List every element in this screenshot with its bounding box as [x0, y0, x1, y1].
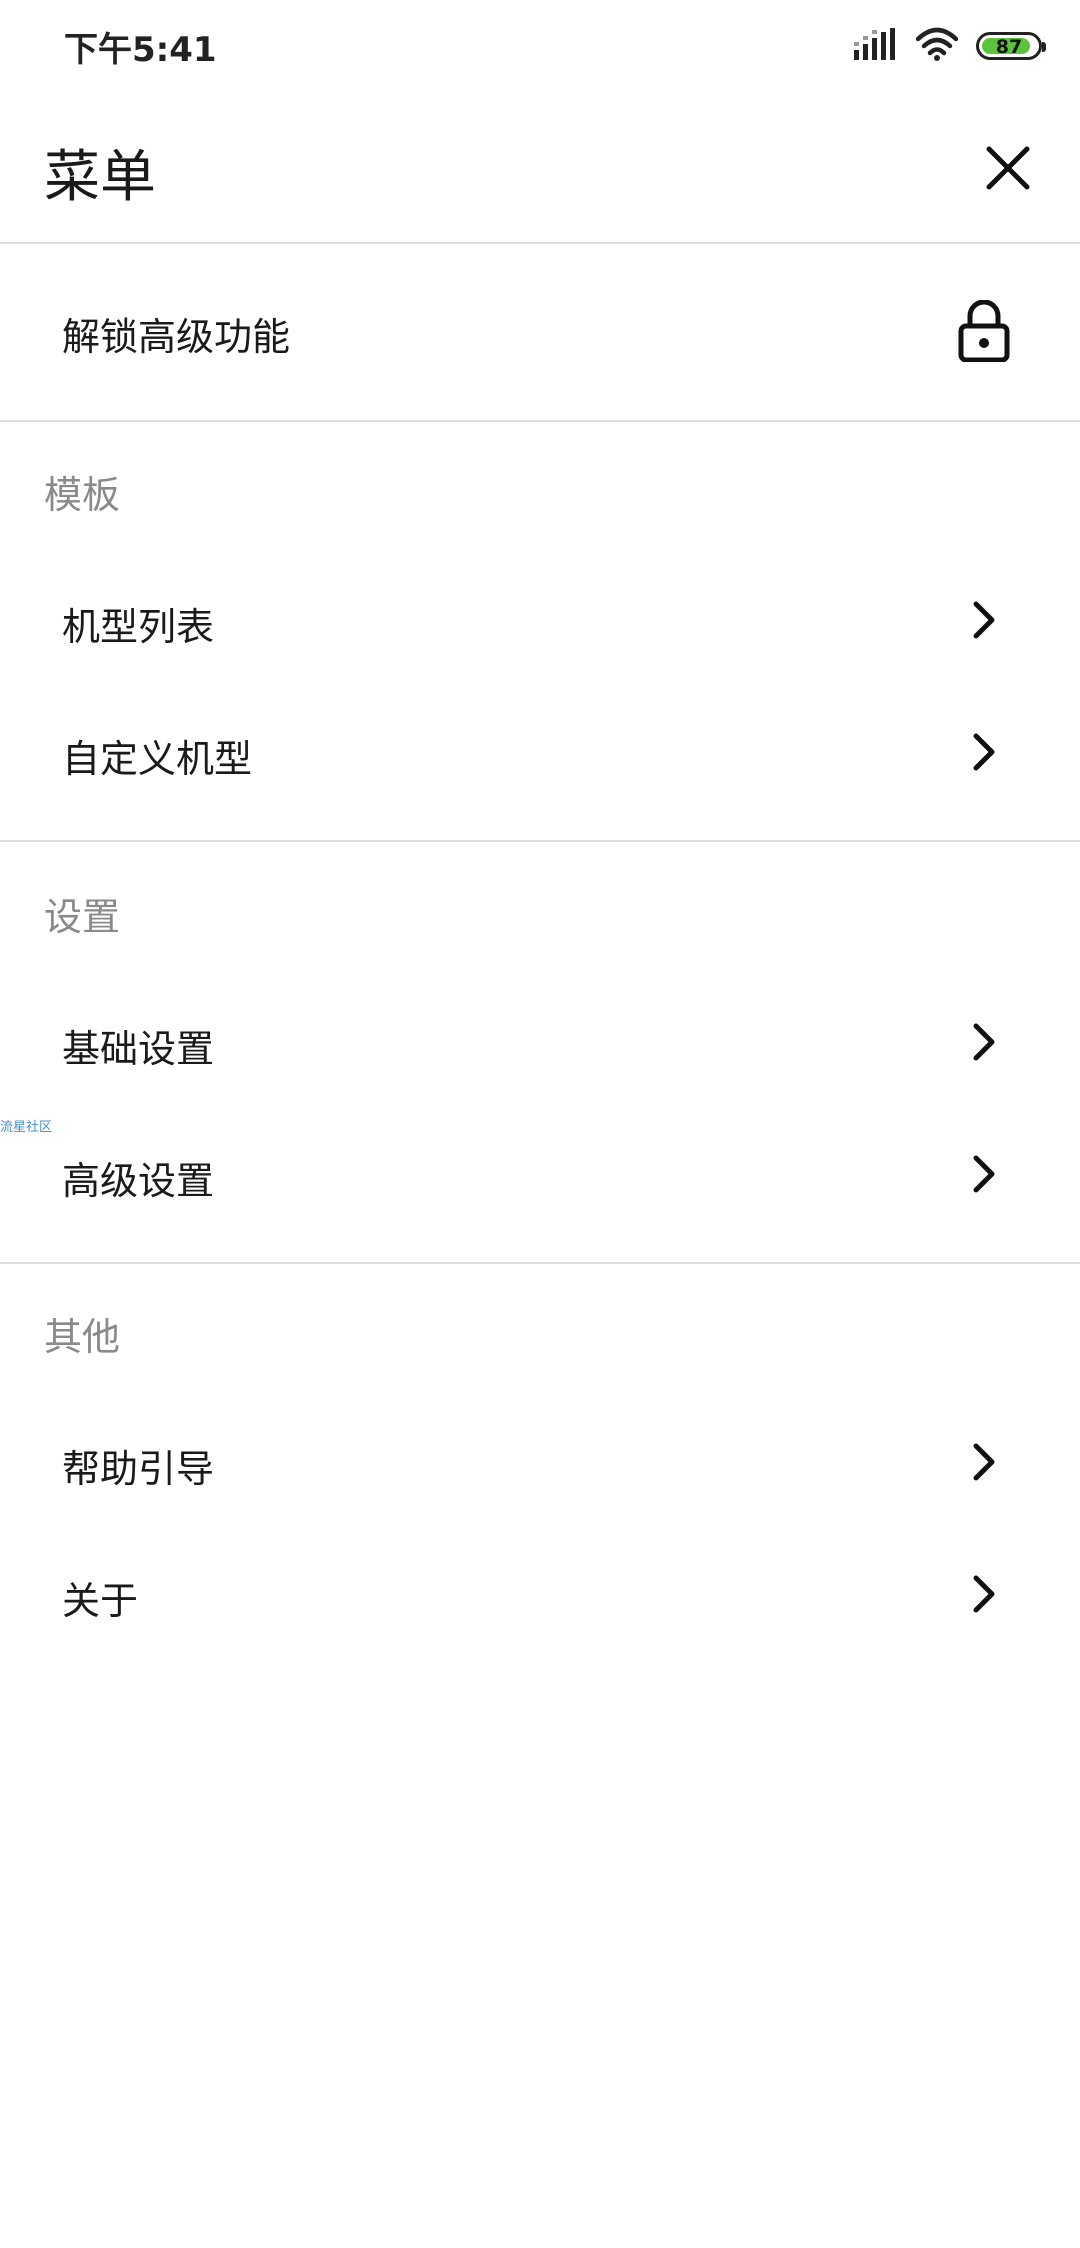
menu-item-label: 基础设置: [62, 1027, 215, 1071]
menu-item-label: 机型列表: [62, 605, 215, 649]
chevron-right-icon: [973, 733, 995, 771]
battery-tip: [1042, 42, 1046, 52]
battery-icon: 87: [976, 32, 1046, 60]
section-title-other: 其他: [44, 1315, 121, 1359]
menu-item-advanced-settings[interactable]: 高级设置: [0, 1108, 1080, 1238]
chevron-right-icon: [973, 1023, 995, 1061]
close-button[interactable]: [972, 132, 1044, 204]
chevron-right-icon: [973, 1155, 995, 1193]
status-icons: 87: [854, 26, 1046, 66]
menu-item-about[interactable]: 关于: [0, 1528, 1080, 1658]
divider: [0, 420, 1080, 422]
divider: [0, 840, 1080, 842]
menu-header: 菜单: [0, 92, 1080, 242]
menu-item-device-list[interactable]: 机型列表: [0, 554, 1080, 684]
menu-item-label: 关于: [62, 1579, 139, 1623]
status-bar: 下午5:41 87: [0, 0, 1080, 92]
chevron-right-icon: [973, 1575, 995, 1613]
close-icon: [986, 146, 1030, 190]
menu-item-label: 自定义机型: [62, 737, 253, 781]
section-title-settings: 设置: [44, 895, 121, 939]
menu-item-custom-device[interactable]: 自定义机型: [0, 686, 1080, 816]
menu-item-basic-settings[interactable]: 基础设置: [0, 976, 1080, 1106]
status-time: 下午5:41: [64, 30, 217, 70]
chevron-right-icon: [973, 1443, 995, 1481]
menu-item-help-guide[interactable]: 帮助引导: [0, 1396, 1080, 1526]
wifi-icon: [915, 27, 959, 65]
unlock-premium-item[interactable]: 解锁高级功能: [0, 244, 1080, 420]
unlock-label: 解锁高级功能: [62, 315, 291, 359]
battery-level: 87: [995, 36, 1023, 58]
lock-icon: [958, 299, 1010, 366]
divider: [0, 1262, 1080, 1264]
menu-item-label: 帮助引导: [62, 1447, 215, 1491]
menu-item-label: 高级设置: [62, 1159, 215, 1203]
page-title: 菜单: [44, 145, 156, 210]
signal-icon: [854, 28, 898, 64]
chevron-right-icon: [973, 601, 995, 639]
section-title-template: 模板: [44, 473, 121, 517]
